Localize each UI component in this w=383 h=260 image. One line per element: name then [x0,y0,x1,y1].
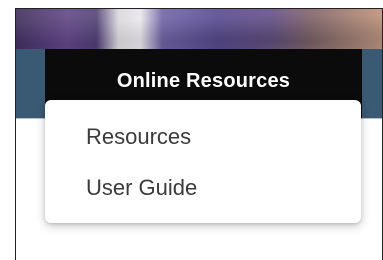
menu-item-user-guide[interactable]: User Guide [86,175,197,201]
banner-shade [16,9,382,49]
online-resources-dropdown-menu: Resources User Guide [45,100,361,223]
nav-tab-label: Online Resources [116,70,291,92]
menu-item-resources[interactable]: Resources [86,124,191,150]
